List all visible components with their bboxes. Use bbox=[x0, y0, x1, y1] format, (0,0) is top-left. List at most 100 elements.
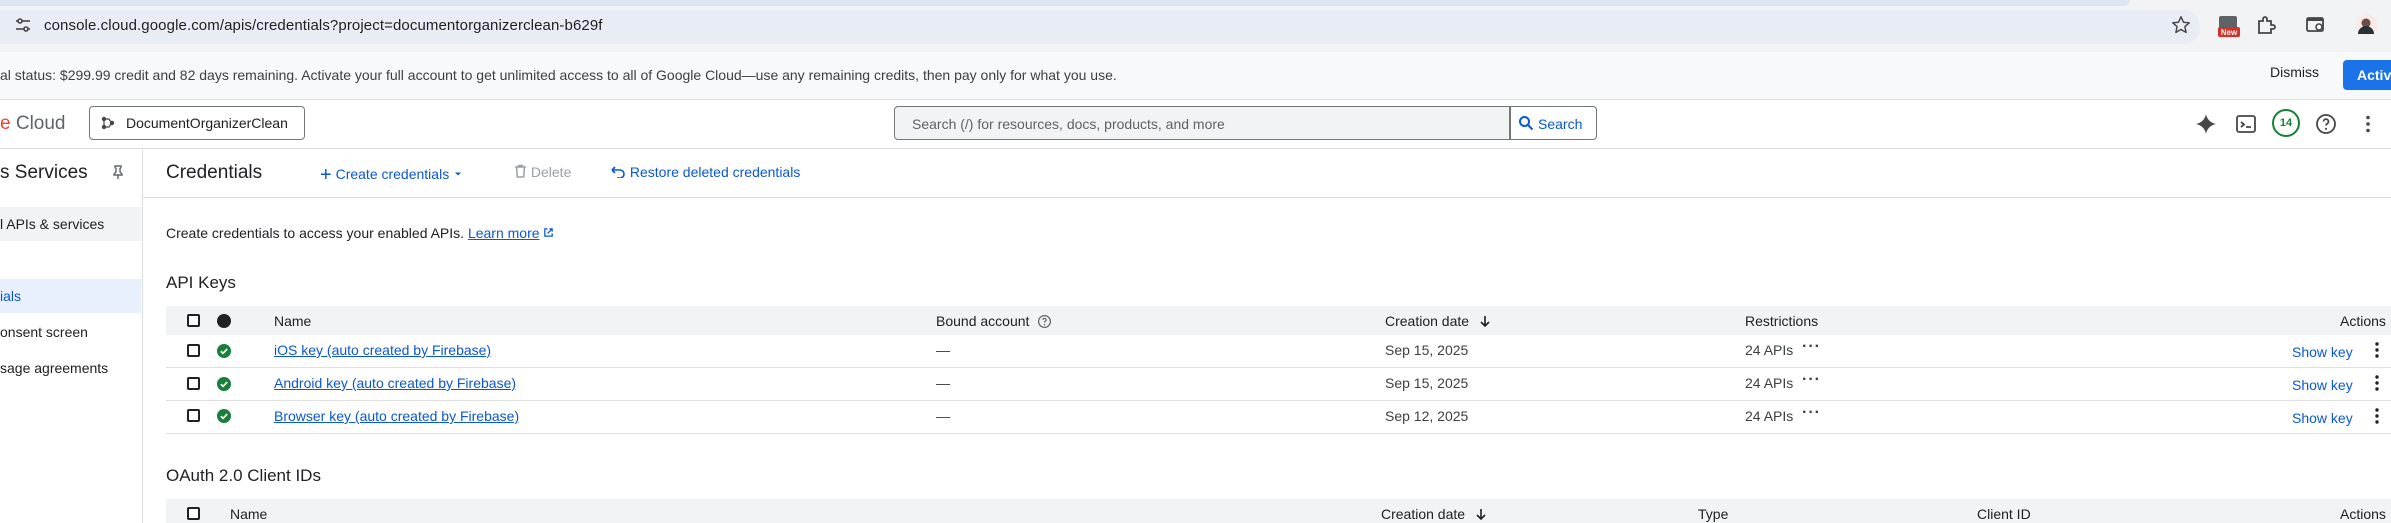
show-key-button[interactable]: Show key bbox=[2292, 410, 2353, 426]
restrictions-value: 24 APIs bbox=[1745, 375, 1794, 391]
creation-date-label: Creation date bbox=[1385, 313, 1470, 329]
column-header-client-id: Client ID bbox=[1977, 506, 2031, 522]
bound-account-value: — bbox=[936, 375, 950, 391]
creation-date-value: Sep 15, 2025 bbox=[1385, 342, 1469, 358]
create-credentials-button[interactable]: + Create credentials bbox=[320, 164, 463, 187]
sidebar-item-page-usage-agreements[interactable]: sage agreements bbox=[0, 360, 108, 376]
restrictions-value: 24 APIs bbox=[1745, 408, 1794, 424]
api-keys-title: API Keys bbox=[166, 273, 236, 292]
url-text[interactable]: console.cloud.google.com/apis/credential… bbox=[44, 17, 603, 34]
column-header-creation-date[interactable]: Creation date bbox=[1381, 506, 1487, 522]
restrictions-value: 24 APIs bbox=[1745, 342, 1794, 358]
trash-icon bbox=[514, 164, 531, 180]
profile-avatar[interactable] bbox=[2354, 13, 2378, 37]
learn-more-link[interactable]: Learn more bbox=[468, 225, 540, 241]
row-actions-icon[interactable] bbox=[2375, 375, 2379, 396]
api-key-name-link[interactable]: iOS key (auto created by Firebase) bbox=[274, 342, 491, 358]
restrictions-more-icon[interactable]: ··· bbox=[1802, 371, 1821, 389]
restrictions-more-icon[interactable]: ··· bbox=[1802, 338, 1821, 356]
gemini-sparkle-icon[interactable] bbox=[2194, 112, 2218, 136]
notifications-count-badge[interactable]: 14 bbox=[2272, 109, 2300, 137]
pin-icon[interactable] bbox=[110, 164, 126, 180]
creation-date-value: Sep 12, 2025 bbox=[1385, 408, 1469, 424]
restore-deleted-credentials-button[interactable]: Restore deleted credentials bbox=[610, 164, 800, 180]
show-key-button[interactable]: Show key bbox=[2292, 377, 2353, 393]
dropdown-arrow-icon bbox=[453, 166, 463, 182]
row-checkbox[interactable] bbox=[187, 377, 200, 390]
check-circle-icon bbox=[217, 344, 231, 358]
bound-account-value: — bbox=[936, 342, 950, 358]
row-divider bbox=[166, 433, 2391, 434]
more-options-icon[interactable] bbox=[2356, 112, 2380, 136]
sidebar-item-credentials-bg bbox=[0, 279, 141, 313]
api-key-name-link[interactable]: Browser key (auto created by Firebase) bbox=[274, 408, 519, 424]
column-header-bound-account: Bound account bbox=[936, 313, 1052, 329]
select-all-checkbox[interactable] bbox=[187, 314, 200, 327]
oauth-table-header bbox=[166, 499, 2391, 523]
trial-status-text: al status: $299.99 credit and 82 days re… bbox=[0, 67, 1117, 83]
row-actions-icon[interactable] bbox=[2375, 408, 2379, 429]
arrow-down-icon bbox=[1469, 506, 1487, 522]
api-key-name-link[interactable]: Android key (auto created by Firebase) bbox=[274, 375, 516, 391]
dismiss-button[interactable]: Dismiss bbox=[2270, 64, 2319, 80]
page-title: Credentials bbox=[166, 162, 263, 183]
row-checkbox[interactable] bbox=[187, 344, 200, 357]
new-extension-icon[interactable]: New bbox=[2216, 13, 2240, 37]
column-header-type: Type bbox=[1698, 506, 1729, 522]
logo-letter: e bbox=[0, 113, 11, 134]
logo-cloud-text: Cloud bbox=[10, 113, 66, 134]
create-credentials-label: Create credentials bbox=[335, 166, 450, 182]
search-placeholder: Search (/) for resources, docs, products… bbox=[912, 116, 1225, 132]
project-hierarchy-icon bbox=[100, 115, 116, 131]
search-button-label: Search bbox=[1538, 116, 1583, 132]
column-header-name[interactable]: Name bbox=[230, 506, 267, 522]
check-circle-icon bbox=[217, 409, 231, 423]
tab-search-icon[interactable] bbox=[2304, 13, 2328, 37]
sidebar-item-consent-screen[interactable]: onsent screen bbox=[0, 324, 88, 340]
row-checkbox[interactable] bbox=[187, 409, 200, 422]
intro-text: Create credentials to access your enable… bbox=[166, 225, 554, 241]
delete-button[interactable]: Delete bbox=[514, 164, 571, 180]
api-keys-table-header bbox=[166, 306, 2391, 335]
extensions-puzzle-icon[interactable] bbox=[2254, 13, 2278, 37]
column-header-name[interactable]: Name bbox=[274, 313, 311, 329]
sidebar-title: s Services bbox=[0, 162, 88, 184]
google-cloud-logo[interactable]: e Cloud bbox=[0, 113, 66, 135]
row-actions-icon[interactable] bbox=[2375, 342, 2379, 363]
search-icon bbox=[1518, 115, 1534, 131]
tune-icon[interactable] bbox=[14, 16, 32, 34]
undo-icon bbox=[610, 164, 630, 180]
sidebar-item-enabled-apis[interactable]: l APIs & services bbox=[0, 216, 104, 232]
creation-date-label: Creation date bbox=[1381, 506, 1466, 522]
row-divider bbox=[166, 400, 2391, 401]
add-icon: + bbox=[320, 164, 332, 186]
activate-button[interactable]: Activ bbox=[2343, 60, 2391, 90]
column-header-actions: Actions bbox=[2340, 313, 2386, 329]
external-link-icon[interactable] bbox=[543, 225, 554, 241]
help-icon[interactable] bbox=[1033, 313, 1052, 329]
oauth-client-ids-title: OAuth 2.0 Client IDs bbox=[166, 466, 321, 485]
sidebar-item-credentials[interactable]: ials bbox=[0, 288, 21, 304]
bound-account-value: — bbox=[936, 408, 950, 424]
column-header-creation-date[interactable]: Creation date bbox=[1385, 313, 1491, 329]
column-header-restrictions: Restrictions bbox=[1745, 313, 1819, 329]
bound-account-label: Bound account bbox=[936, 313, 1030, 329]
column-header-actions: Actions bbox=[2340, 506, 2386, 522]
help-icon[interactable] bbox=[2314, 112, 2338, 136]
tab-strip bbox=[0, 0, 2130, 6]
status-column-icon bbox=[217, 314, 231, 328]
delete-label: Delete bbox=[530, 164, 572, 180]
new-badge-text: New bbox=[2221, 28, 2238, 37]
select-all-checkbox[interactable] bbox=[187, 507, 200, 520]
creation-date-value: Sep 15, 2025 bbox=[1385, 375, 1469, 391]
check-circle-icon bbox=[217, 377, 231, 391]
restrictions-more-icon[interactable]: ··· bbox=[1802, 404, 1821, 422]
toolbar-divider bbox=[143, 197, 2391, 198]
show-key-button[interactable]: Show key bbox=[2292, 344, 2353, 360]
cloud-shell-terminal-icon[interactable] bbox=[2234, 112, 2258, 136]
sidebar-title-text: Services bbox=[14, 162, 88, 183]
arrow-down-icon bbox=[1473, 313, 1491, 329]
project-name: DocumentOrganizerClean bbox=[126, 115, 288, 131]
bookmark-star-icon[interactable] bbox=[2170, 14, 2192, 36]
intro-text-body: Create credentials to access your enable… bbox=[166, 225, 465, 241]
